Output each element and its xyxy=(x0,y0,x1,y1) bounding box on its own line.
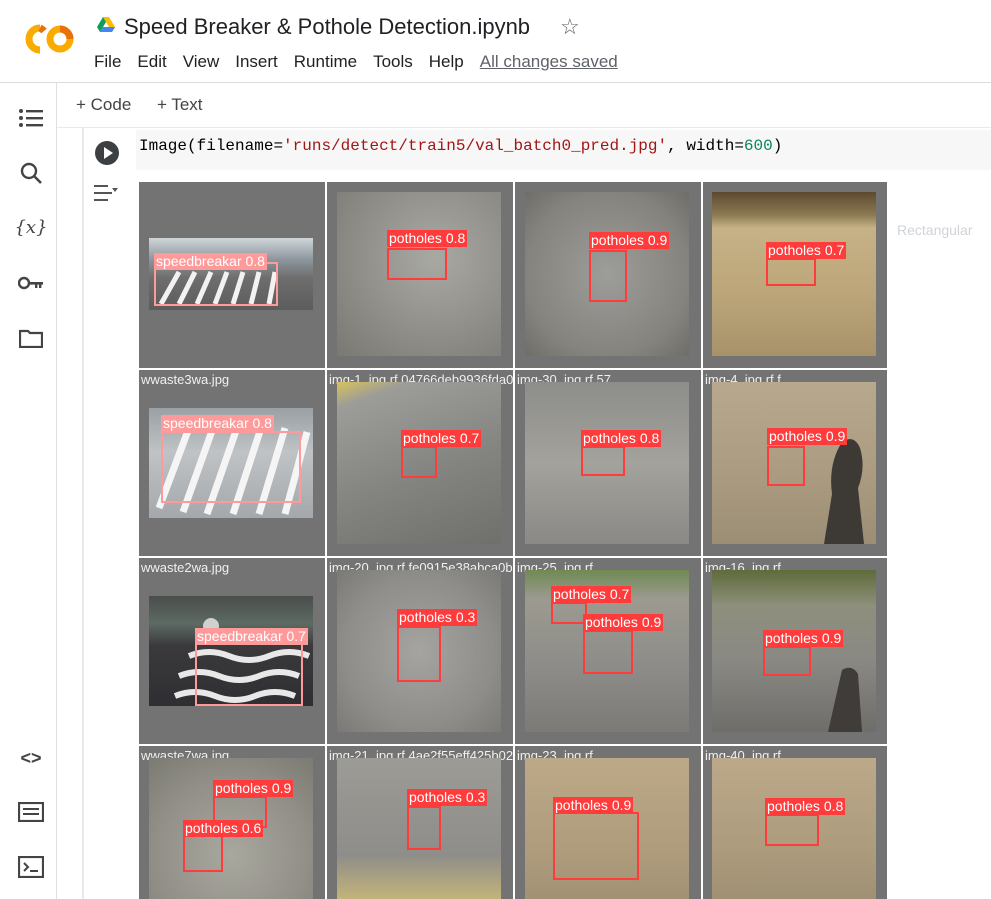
detection-label: speedbreakar 0.7 xyxy=(195,628,308,645)
detection-box xyxy=(766,258,816,286)
output-options-icon[interactable] xyxy=(94,183,120,203)
detection-label: potholes 0.3 xyxy=(407,789,488,806)
detection-label: potholes 0.9 xyxy=(763,630,844,647)
grid-tile: wwaste7wa.jpg potholes 0.9 potholes 0.6 xyxy=(139,746,325,899)
colab-logo[interactable] xyxy=(22,22,76,56)
grid-divider xyxy=(139,744,887,746)
detection-box xyxy=(401,446,437,478)
save-status[interactable]: All changes saved xyxy=(480,52,618,72)
grid-tile: img-16_jpg.rf potholes 0.9 xyxy=(703,558,887,744)
detection-label: potholes 0.8 xyxy=(581,430,662,447)
run-icon[interactable] xyxy=(95,141,119,165)
top-bar: Speed Breaker & Pothole Detection.ipynb … xyxy=(0,0,991,83)
grid-tile: img-1_jpg.rf.04766deb9936fda07a0c26f4157… xyxy=(327,370,513,556)
key-icon[interactable] xyxy=(18,270,44,296)
grid-divider xyxy=(139,556,887,558)
folder-icon[interactable] xyxy=(18,325,44,351)
menu-file[interactable]: File xyxy=(94,52,121,72)
detection-box xyxy=(195,636,303,706)
grid-tile: potholes 0.7 xyxy=(703,182,887,368)
image-filename: wwaste2wa.jpg xyxy=(141,560,230,575)
image-filename: wwaste3wa.jpg xyxy=(141,372,230,387)
notebook-title[interactable]: Speed Breaker & Pothole Detection.ipynb xyxy=(124,14,530,40)
menu-bar: File Edit View Insert Runtime Tools Help… xyxy=(94,52,634,72)
grid-tile: img-23_jpg.rf potholes 0.9 xyxy=(515,746,701,899)
detection-box xyxy=(763,646,811,676)
grid-tile: img-40_jpg.rf potholes 0.8 xyxy=(703,746,887,899)
detection-label: potholes 0.9 xyxy=(213,780,294,797)
grid-tile: img-20_jpg.rf.fe0915e38abca0bb0528af4bf4… xyxy=(327,558,513,744)
grid-divider xyxy=(701,182,703,899)
add-text-button[interactable]: + Text xyxy=(157,95,203,115)
detection-label: potholes 0.7 xyxy=(551,586,632,603)
output-image: speedbreakar 0.8 potholes 0.8 potholes 0… xyxy=(139,182,887,899)
detection-box xyxy=(581,446,625,476)
search-icon[interactable] xyxy=(18,160,44,186)
detection-label: speedbreakar 0.8 xyxy=(154,253,267,270)
detection-label: potholes 0.9 xyxy=(767,428,848,445)
grid-tile: speedbreakar 0.8 xyxy=(139,182,325,368)
grid-tile: wwaste2wa.jpg speedbreakar 0.7 xyxy=(139,558,325,744)
menu-view[interactable]: View xyxy=(183,52,220,72)
drive-icon[interactable] xyxy=(97,17,115,33)
grid-tile: img-4_jpg.rf.f potholes 0.9 xyxy=(703,370,887,556)
detection-label: potholes 0.9 xyxy=(589,232,670,249)
grid-divider xyxy=(513,182,515,899)
variables-icon[interactable]: {x} xyxy=(14,214,47,240)
terminal-icon[interactable] xyxy=(18,854,44,880)
detection-box xyxy=(583,630,633,674)
grid-tile: img-30_jpg.rf.57 potholes 0.8 xyxy=(515,370,701,556)
menu-help[interactable]: Help xyxy=(429,52,464,72)
grid-divider xyxy=(139,368,887,370)
add-code-button[interactable]: + Code xyxy=(76,95,131,115)
detection-box xyxy=(767,446,805,486)
grid-tile: potholes 0.8 xyxy=(327,182,513,368)
detection-box xyxy=(407,806,441,850)
grid-divider xyxy=(325,182,327,899)
star-icon[interactable]: ☆ xyxy=(560,14,580,40)
detection-box xyxy=(589,250,627,302)
menu-insert[interactable]: Insert xyxy=(235,52,278,72)
grid-tile: wwaste3wa.jpg speedbreakar 0.8 xyxy=(139,370,325,556)
grid-tile: img-21_jpg.rf.4ae2f55eff425b0278fcf9ae18… xyxy=(327,746,513,899)
menu-edit[interactable]: Edit xyxy=(137,52,166,72)
detection-label: potholes 0.7 xyxy=(766,242,847,259)
detection-label: potholes 0.6 xyxy=(183,820,264,837)
left-sidebar: {x} <> xyxy=(0,83,57,899)
cell-focus-bar xyxy=(82,127,84,899)
toc-icon[interactable] xyxy=(18,105,44,131)
detection-label: potholes 0.9 xyxy=(553,797,634,814)
ghost-overlay-text: Rectangular xyxy=(897,222,973,238)
grid-tile: potholes 0.9 xyxy=(515,182,701,368)
detection-label: potholes 0.9 xyxy=(583,614,664,631)
command-palette-icon[interactable] xyxy=(18,799,44,825)
detection-label: potholes 0.8 xyxy=(765,798,846,815)
detection-box xyxy=(161,431,301,503)
detection-label: potholes 0.8 xyxy=(387,230,468,247)
grid-tile: img-25_jpg.rf potholes 0.7 potholes 0.9 xyxy=(515,558,701,744)
detection-label: potholes 0.7 xyxy=(401,430,482,447)
detection-box xyxy=(551,602,587,624)
code-snippets-icon[interactable]: <> xyxy=(18,745,44,771)
menu-runtime[interactable]: Runtime xyxy=(294,52,357,72)
detection-box xyxy=(765,814,819,846)
detection-box xyxy=(397,626,441,682)
detection-box xyxy=(553,812,639,880)
detection-label: potholes 0.3 xyxy=(397,609,478,626)
notebook-toolbar: + Code + Text xyxy=(57,83,991,128)
detection-label: speedbreakar 0.8 xyxy=(161,415,274,432)
code-line[interactable]: Image(filename='runs/detect/train5/val_b… xyxy=(139,137,782,155)
detection-box xyxy=(183,834,223,872)
menu-tools[interactable]: Tools xyxy=(373,52,413,72)
detection-box xyxy=(387,248,447,280)
